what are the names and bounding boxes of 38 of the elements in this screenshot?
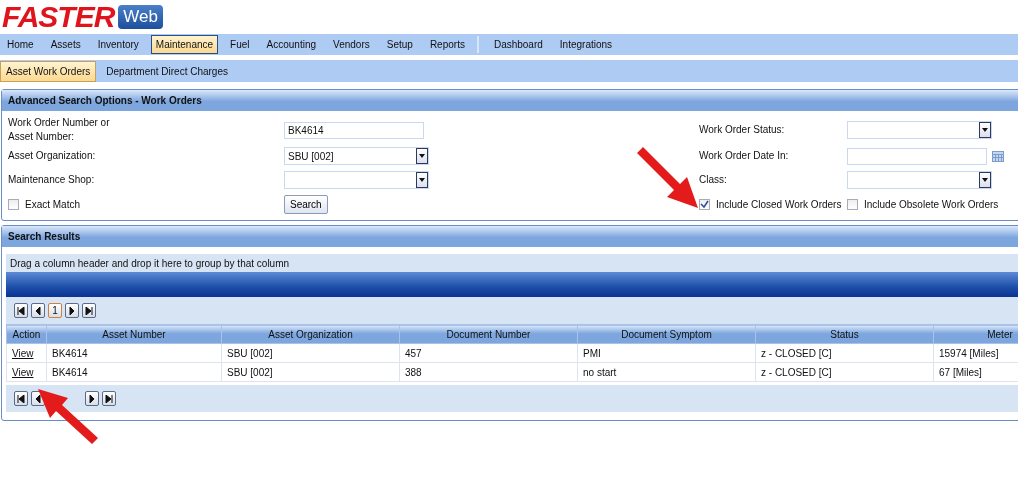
column-header[interactable]: Document Number [399,324,578,344]
submenu-tab[interactable]: Asset Work Orders [0,60,97,82]
column-header[interactable]: Action [6,324,47,344]
menu-item[interactable]: Assets [45,35,86,54]
field-label: Work Order Status: [699,123,785,137]
field-label: Work Order Number or Asset Number: [8,116,110,144]
column-header[interactable]: Meter [933,324,1018,344]
logo-badge: Web [118,5,163,29]
checkbox-label: Exact Match [25,197,81,212]
panel-title: Search Results [2,226,1018,247]
field-label: Work Order Date In: [699,149,789,163]
menu-item[interactable]: Accounting [261,35,322,54]
panel-title: Advanced Search Options - Work Orders [2,90,1018,111]
column-header[interactable]: Asset Number [46,324,222,344]
column-header[interactable]: Asset Organization [221,324,400,344]
field-label: Asset Organization: [8,149,96,163]
menu-item[interactable]: Vendors [328,35,375,54]
menu-item[interactable]: Maintenance [150,35,219,54]
submenu-tab[interactable]: Department Direct Charges [100,60,234,82]
menu-item[interactable]: Reports [424,35,470,54]
column-header[interactable]: Document Symptom [577,324,756,344]
dropdown-field[interactable]: SBU [002] [284,147,429,165]
group-hint: Drag a column header and drop it here to group by that column [6,254,1018,272]
field-label: Class: [699,173,727,187]
menu-item[interactable]: Integrations [554,35,618,54]
menu-item[interactable]: Setup [381,35,418,54]
checkbox-label: Include Obsolete Work Orders [864,197,999,212]
menu-item[interactable]: Inventory [92,35,144,54]
menu-item[interactable]: Fuel [225,35,255,54]
menu-item[interactable]: Dashboard [488,35,548,54]
column-header[interactable]: Status [755,324,934,344]
field-label: Maintenance Shop: [8,173,95,187]
logo-wordmark: FASTER [2,2,115,32]
menu-item[interactable]: Home [2,35,39,54]
text-field[interactable]: BK4614 [284,121,424,139]
checkbox-label: Include Closed Work Orders [716,197,842,212]
page-button[interactable]: 1 [48,303,62,318]
search-button[interactable]: Search [284,194,328,214]
